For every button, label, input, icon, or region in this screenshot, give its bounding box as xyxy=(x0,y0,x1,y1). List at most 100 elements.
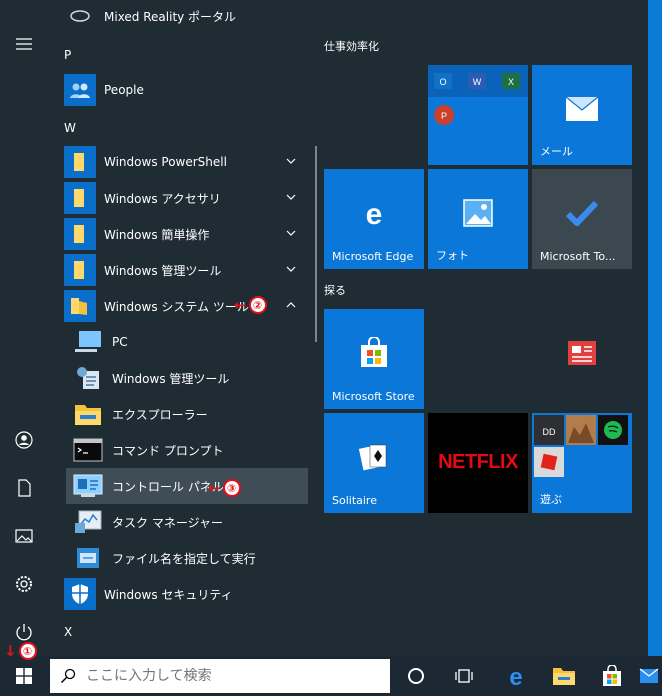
app-task-manager[interactable]: タスク マネージャー xyxy=(48,504,308,540)
cards-icon xyxy=(358,444,387,471)
netflix-logo: NETFLIX xyxy=(438,451,518,473)
picture-icon xyxy=(15,529,33,543)
tile-label: Microsoft Edge xyxy=(332,250,414,263)
chevron-down-icon xyxy=(286,194,296,200)
annotation-1: ↓ ① xyxy=(4,642,37,660)
control-panel-icon xyxy=(72,470,104,502)
store-icon xyxy=(361,337,387,367)
cortana-circle-icon xyxy=(408,668,424,684)
start-rail xyxy=(0,0,48,656)
tile-label: メール xyxy=(540,145,573,158)
app-command-prompt[interactable]: コマンド プロンプト xyxy=(48,432,308,468)
app-explorer[interactable]: エクスプローラー xyxy=(48,396,308,432)
app-label: Windows セキュリティ xyxy=(104,587,233,602)
chevron-down-icon xyxy=(286,266,296,272)
app-control-panel[interactable]: コントロール パネル xyxy=(66,468,308,504)
folder-windows-admin-tools[interactable]: Windows 管理ツール xyxy=(48,252,308,288)
start-menu: Mixed Reality ポータル P People W Windows Po… xyxy=(0,0,648,656)
svg-text:DD: DD xyxy=(543,427,556,437)
tile-group-title-explore[interactable]: 探る xyxy=(324,282,346,298)
tile-office[interactable]: O W X P xyxy=(428,65,528,165)
app-label: タスク マネージャー xyxy=(112,515,223,530)
task-manager-icon xyxy=(72,506,104,538)
app-label: Windows PowerShell xyxy=(104,155,227,169)
tile-microsoft-todo[interactable]: Microsoft To... xyxy=(532,169,632,269)
folder-icon xyxy=(553,668,575,685)
start-button[interactable] xyxy=(0,656,48,696)
tile-group-title-productivity[interactable]: 仕事効率化 xyxy=(324,38,379,54)
folder-windows-powershell[interactable]: Windows PowerShell xyxy=(48,144,308,180)
chevron-down-icon xyxy=(286,158,296,164)
svg-text:P: P xyxy=(441,111,447,121)
tile-label: Microsoft Store xyxy=(332,390,415,403)
cortana-button[interactable] xyxy=(392,656,440,696)
group-letter-w[interactable]: W xyxy=(64,121,76,135)
folder-windows-system-tools[interactable]: Windows システム ツール xyxy=(48,288,308,324)
folder-icon xyxy=(64,218,96,250)
task-view-icon xyxy=(455,669,473,683)
app-list: Mixed Reality ポータル P People W Windows Po… xyxy=(48,0,318,656)
windows-logo-icon xyxy=(16,668,32,684)
tile-microsoft-edge[interactable]: e Microsoft Edge xyxy=(324,169,424,269)
user-icon xyxy=(15,431,33,449)
tile-solitaire[interactable]: Solitaire xyxy=(324,413,424,513)
app-pc[interactable]: PC xyxy=(48,324,308,360)
people-icon xyxy=(64,74,96,106)
annotation-3: ← ③ xyxy=(208,479,241,497)
folder-windows-ease-of-access[interactable]: Windows 簡単操作 xyxy=(48,216,308,252)
edge-icon: e xyxy=(509,664,522,688)
taskbar-mail[interactable] xyxy=(636,656,662,696)
folder-windows-accessories[interactable]: Windows アクセサリ xyxy=(48,180,308,216)
app-mixed-reality[interactable]: Mixed Reality ポータル xyxy=(48,0,308,34)
documents-button[interactable] xyxy=(0,468,48,508)
settings-button[interactable] xyxy=(0,564,48,604)
tile-microsoft-store[interactable]: Microsoft Store xyxy=(324,309,424,409)
app-label: ファイル名を指定して実行 xyxy=(112,551,256,566)
chevron-up-icon xyxy=(286,302,296,308)
app-label: Windows 管理ツール xyxy=(112,371,230,386)
task-view-button[interactable] xyxy=(440,656,488,696)
checkmark-icon xyxy=(566,200,598,226)
annotation-number: ③ xyxy=(222,479,241,497)
search-input[interactable] xyxy=(86,668,366,684)
group-letter-p[interactable]: P xyxy=(64,48,71,62)
app-windows-security[interactable]: Windows セキュリティ xyxy=(48,576,308,612)
tile-label: 遊ぶ xyxy=(540,493,562,506)
gear-icon xyxy=(16,576,32,592)
tile-play-folder[interactable]: DD 遊ぶ xyxy=(532,413,632,513)
arrow-left-icon: ← xyxy=(208,479,221,497)
taskbar: e xyxy=(0,656,662,696)
taskbar-edge[interactable]: e xyxy=(492,656,540,696)
svg-text:e: e xyxy=(366,198,383,228)
taskbar-store[interactable] xyxy=(588,656,636,696)
taskbar-explorer[interactable] xyxy=(540,656,588,696)
tile-label: Microsoft To... xyxy=(540,250,616,263)
hamburger-menu-button[interactable] xyxy=(0,24,48,64)
annotation-number: ① xyxy=(18,642,37,660)
document-icon xyxy=(18,479,31,497)
app-label: エクスプローラー xyxy=(112,407,208,422)
app-windows-admin-tools[interactable]: Windows 管理ツール xyxy=(48,360,308,396)
app-label: コマンド プロンプト xyxy=(112,443,224,458)
scrollbar[interactable] xyxy=(315,146,317,342)
chevron-down-icon xyxy=(286,230,296,236)
explorer-icon xyxy=(72,398,104,430)
admin-tools-icon xyxy=(72,362,104,394)
app-people[interactable]: People xyxy=(48,72,308,108)
hamburger-icon xyxy=(16,38,32,50)
pictures-button[interactable] xyxy=(0,516,48,556)
app-run[interactable]: ファイル名を指定して実行 xyxy=(48,540,308,576)
arrow-down-icon: ↓ xyxy=(4,642,17,660)
tile-news[interactable] xyxy=(532,309,632,409)
svg-text:X: X xyxy=(508,77,514,87)
app-label: People xyxy=(104,83,144,97)
account-button[interactable] xyxy=(0,420,48,460)
search-box[interactable] xyxy=(50,659,390,693)
tile-mail[interactable]: メール xyxy=(532,65,632,165)
tile-netflix[interactable]: NETFLIX xyxy=(428,413,528,513)
tile-photos[interactable]: フォト xyxy=(428,169,528,269)
folder-open-icon xyxy=(64,290,96,322)
annotation-number: ② xyxy=(248,296,267,314)
svg-text:W: W xyxy=(473,77,482,87)
group-letter-x[interactable]: X xyxy=(64,625,72,639)
